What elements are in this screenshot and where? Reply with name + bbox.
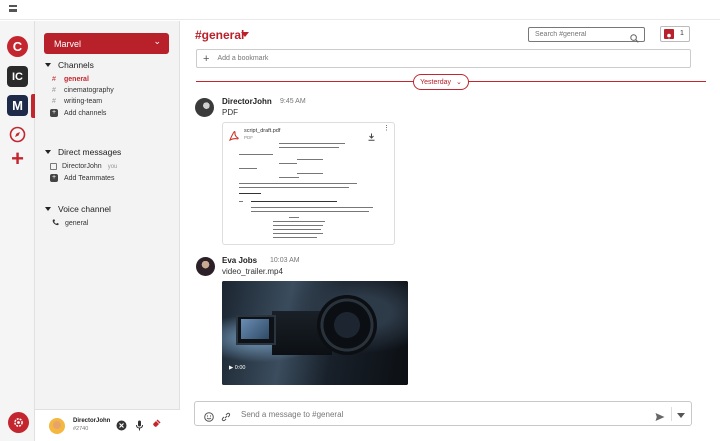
channel-sidebar: Marvel ⌄ Channels # general # cinematogr…	[35, 21, 180, 441]
collapse-triangle-icon	[45, 63, 51, 67]
member-count: 1	[680, 30, 684, 37]
server-rail: C IC M +	[0, 21, 35, 441]
hash-icon: #	[52, 98, 56, 105]
link-icon[interactable]	[221, 409, 231, 427]
server-selector[interactable]: Marvel ⌄	[44, 33, 169, 54]
server-c[interactable]: C	[7, 36, 28, 57]
chevron-down-icon: ⌄	[153, 36, 161, 46]
voice-section-toggle[interactable]: Voice channel	[45, 204, 111, 214]
chevron-down-icon: ⌄	[456, 79, 462, 86]
microphone-icon[interactable]	[133, 419, 145, 431]
avatar[interactable]	[196, 257, 215, 276]
phone-icon	[52, 219, 59, 228]
channel-dropdown-icon[interactable]	[241, 32, 249, 37]
channel-item-general[interactable]: # general	[52, 76, 89, 83]
channel-label: writing-team	[64, 98, 103, 105]
send-icon[interactable]	[655, 409, 665, 427]
message-text: video_trailer.mp4	[222, 267, 283, 276]
search-input[interactable]	[528, 27, 645, 42]
bookmark-label: Add a bookmark	[217, 55, 269, 62]
dm-heading: Direct messages	[58, 147, 122, 157]
channel-label: cinematography	[64, 87, 114, 94]
hash-icon: #	[52, 76, 56, 83]
video-player[interactable]: ▶ 0:00	[222, 281, 408, 385]
dm-item-directorjohn[interactable]: DirectorJohn you	[50, 163, 117, 170]
monitor-screen-image	[241, 319, 269, 339]
pdf-attachment-card[interactable]: script_draft.pdf PDF ⋮	[222, 122, 395, 245]
play-icon[interactable]: ▶	[229, 365, 233, 371]
collapse-triangle-icon	[45, 207, 51, 211]
collapse-triangle-icon	[45, 150, 51, 154]
more-options-icon[interactable]: ⋮	[383, 125, 390, 132]
voice-channel-general[interactable]: general	[52, 219, 88, 228]
app-root: C IC M + Marvel ⌄ Channels # general # c…	[0, 0, 720, 441]
members-button[interactable]: 1	[660, 26, 690, 42]
member-icon	[664, 29, 674, 41]
add-server-icon[interactable]: +	[8, 148, 27, 170]
channels-heading: Channels	[58, 60, 94, 70]
channel-label: general	[64, 76, 89, 83]
message-author[interactable]: Eva Jobs	[222, 256, 257, 265]
channels-section-toggle[interactable]: Channels	[45, 60, 94, 70]
plus-icon: +	[203, 52, 210, 65]
you-tag: you	[107, 163, 118, 170]
composer-divider	[671, 407, 672, 421]
message-text: PDF	[222, 108, 238, 117]
server-ic[interactable]: IC	[7, 66, 28, 87]
server-m[interactable]: M	[7, 95, 28, 116]
add-channels-button[interactable]: + Add channels	[50, 109, 106, 117]
message-input[interactable]: Send a message to #general	[241, 410, 343, 419]
channel-item-cinematography[interactable]: # cinematography	[52, 87, 114, 94]
user-panel: DirectorJohn #2740	[35, 409, 180, 441]
add-teammates-button[interactable]: + Add Teammates	[50, 174, 114, 182]
message-composer[interactable]: Send a message to #general	[194, 401, 692, 426]
user-icon	[50, 163, 57, 170]
leave-voice-icon[interactable]	[149, 419, 161, 431]
channel-item-writing-team[interactable]: # writing-team	[52, 98, 102, 105]
voice-heading: Voice channel	[58, 204, 111, 214]
add-channels-label: Add channels	[64, 109, 107, 117]
user-avatar[interactable]	[49, 418, 65, 434]
plus-icon: +	[50, 174, 58, 182]
channel-header: #general 1	[181, 21, 720, 49]
channel-title[interactable]: #general	[195, 28, 244, 42]
server-name: Marvel	[54, 38, 82, 49]
attachment-type: PDF	[244, 135, 253, 140]
attachment-name: script_draft.pdf	[244, 128, 281, 134]
top-bar	[0, 0, 720, 20]
hash-icon: #	[52, 87, 56, 94]
deafen-icon[interactable]	[115, 419, 127, 431]
video-controls[interactable]: ▶ 0:00	[229, 365, 245, 371]
message-author[interactable]: DirectorJohn	[222, 97, 272, 106]
emoji-icon[interactable]	[204, 409, 214, 427]
search-icon[interactable]	[630, 30, 639, 48]
compass-icon[interactable]	[8, 125, 27, 144]
voice-channel-label: general	[65, 220, 89, 227]
user-tag: #2740	[73, 426, 89, 432]
add-teammates-label: Add Teammates	[64, 174, 115, 182]
chevron-down-icon[interactable]	[677, 413, 685, 418]
settings-gear-icon[interactable]	[8, 412, 29, 433]
user-name: DirectorJohn	[73, 418, 111, 424]
message-time: 10:03 AM	[270, 257, 300, 264]
plus-icon: +	[50, 109, 58, 117]
pdf-preview	[233, 143, 386, 243]
dm-section-toggle[interactable]: Direct messages	[45, 147, 121, 157]
dm-user-label: DirectorJohn	[62, 163, 102, 170]
camera-lens-image	[317, 295, 377, 355]
add-bookmark-bar[interactable]: + Add a bookmark	[196, 49, 691, 68]
day-divider-pill[interactable]: Yesterday ⌄	[413, 74, 469, 90]
menu-icon[interactable]	[9, 5, 17, 12]
video-time: 0:00	[234, 365, 246, 371]
day-label: Yesterday	[420, 78, 451, 86]
message-time: 9:45 AM	[280, 98, 306, 105]
avatar[interactable]	[195, 98, 214, 117]
